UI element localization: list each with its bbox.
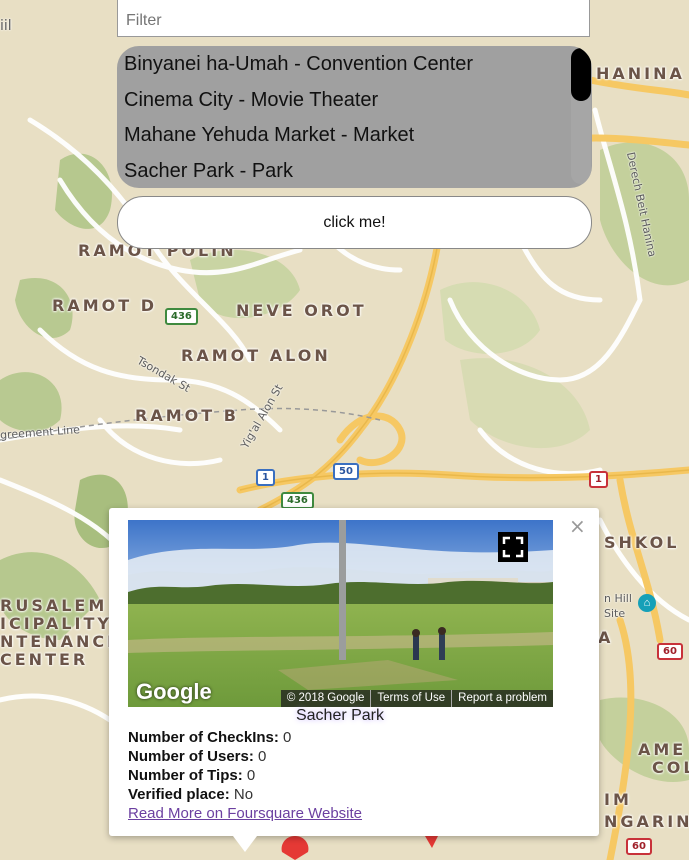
- place-label-hill-site: n Hill Site: [604, 592, 632, 620]
- info-window-tail: [233, 836, 257, 852]
- terms-link[interactable]: Terms of Use: [370, 690, 451, 707]
- users-value: 0: [258, 748, 267, 765]
- map-label-neve-orot: NEVE OROT: [236, 301, 367, 320]
- list-item[interactable]: Cinema City - Movie Theater: [117, 82, 592, 118]
- map-label-im: IM: [604, 790, 632, 809]
- map-label-ramot-b: RAMOT B: [135, 406, 239, 425]
- checkins-label: Number of CheckIns:: [128, 729, 279, 746]
- filter-input[interactable]: [117, 0, 590, 37]
- list-item[interactable]: Sacher Park - Park: [117, 153, 592, 189]
- map-label-partial-a: A: [598, 628, 614, 647]
- map-label-jerusalem-4: CENTER: [0, 650, 89, 669]
- verified-row: Verified place: No: [128, 785, 362, 804]
- map-label-partial-il: iil: [0, 18, 12, 34]
- map-label-ramot-d: RAMOT D: [52, 296, 157, 315]
- map-label-jerusalem-2: ICIPALITY: [0, 614, 112, 633]
- map-label-amer: AME: [638, 740, 687, 759]
- route-shield-1: 1: [256, 469, 275, 486]
- route-shield-50: 50: [333, 463, 359, 480]
- tips-row: Number of Tips: 0: [128, 766, 362, 785]
- close-icon[interactable]: ×: [569, 514, 586, 538]
- users-row: Number of Users: 0: [128, 747, 362, 766]
- map-label-col: COL: [652, 758, 689, 777]
- map-label-eshkol: SHKOL: [604, 533, 680, 552]
- route-shield-436b: 436: [281, 492, 314, 509]
- map-label-ngarin: NGARIN: [604, 812, 689, 831]
- google-logo: Google: [136, 679, 212, 704]
- copyright-text: © 2018 Google: [286, 692, 365, 704]
- checkins-row: Number of CheckIns: 0: [128, 728, 362, 747]
- fullscreen-icon[interactable]: [498, 532, 528, 562]
- place-details: Number of CheckIns: 0 Number of Users: 0…: [128, 728, 362, 823]
- report-problem-link[interactable]: Report a problem: [451, 690, 553, 707]
- tips-value: 0: [246, 767, 256, 784]
- info-window: × Google © 2018 Google Terms of Use Repo…: [109, 508, 599, 836]
- users-label: Number of Users:: [128, 748, 254, 765]
- checkins-value: 0: [283, 729, 292, 746]
- list-item[interactable]: Binyanei ha-Umah - Convention Center: [117, 46, 592, 82]
- route-shield-60: 60: [657, 643, 683, 660]
- verified-value: No: [233, 786, 254, 803]
- street-view-footer: © 2018 Google Terms of Use Report a prob…: [280, 690, 553, 707]
- route-shield-436: 436: [165, 308, 198, 325]
- street-view-panorama[interactable]: Google © 2018 Google Terms of Use Report…: [128, 520, 553, 707]
- foursquare-link[interactable]: Read More on Foursquare Website: [128, 805, 362, 822]
- museum-icon[interactable]: ⌂: [638, 594, 656, 612]
- list-item[interactable]: Mahane Yehuda Market - Market: [117, 117, 592, 153]
- tips-label: Number of Tips:: [128, 767, 243, 784]
- click-me-button[interactable]: click me!: [117, 196, 592, 249]
- place-title: Sacher Park: [295, 707, 385, 724]
- scrollbar-thumb[interactable]: [571, 48, 591, 101]
- route-shield-1-red: 1: [589, 471, 608, 488]
- map-label-ramot-alon: RAMOT ALON: [181, 346, 331, 365]
- route-shield-60b: 60: [626, 838, 652, 855]
- map-label-hanina: HANINA: [596, 64, 685, 83]
- map-label-jerusalem-1: RUSALEM: [0, 596, 108, 615]
- verified-label: Verified place:: [128, 786, 230, 803]
- map-label-jerusalem-3: NTENANCE: [0, 632, 122, 651]
- places-list[interactable]: Binyanei ha-Umah - Convention Center Cin…: [117, 46, 592, 188]
